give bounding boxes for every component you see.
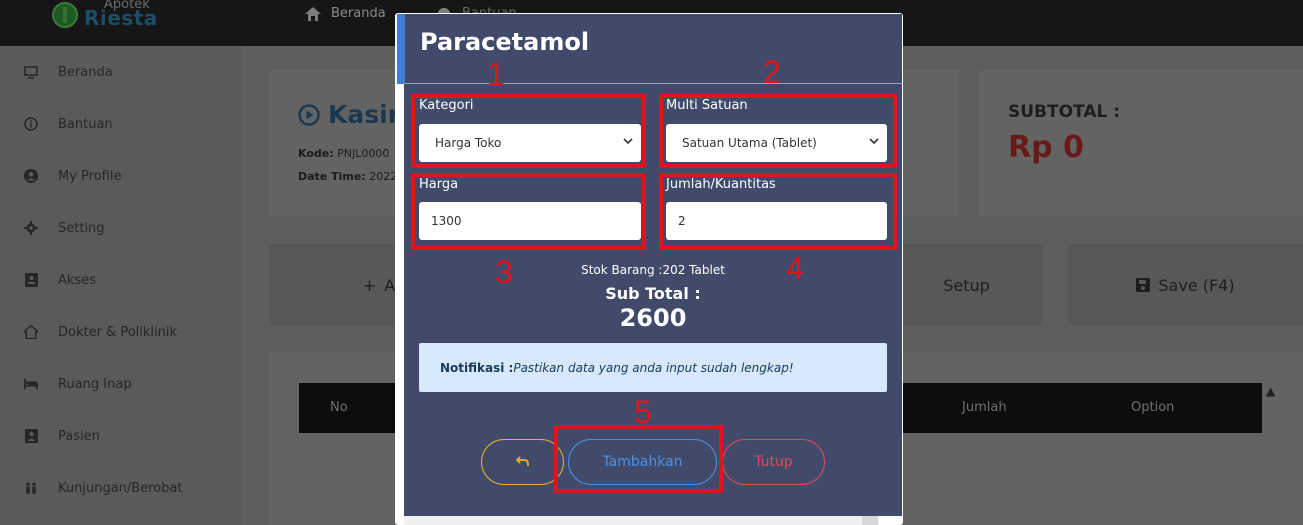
annotation-box-1 — [411, 94, 646, 168]
modal-footer-strip — [404, 516, 879, 525]
modal-title: Paracetamol — [420, 28, 590, 56]
sidebar-item-label: Pasien — [58, 428, 100, 444]
modal-subtotal-value: 2600 — [619, 304, 687, 332]
annotation-number-3: 3 — [495, 254, 513, 290]
sidebar-item-label: Dokter & Poliklinik — [58, 324, 178, 340]
annotation-number-2: 2 — [763, 54, 781, 90]
back-button[interactable] — [481, 439, 564, 485]
notification-text: Pastikan data yang anda input sudah leng… — [513, 360, 794, 375]
sidebar-item-label: Beranda — [58, 64, 113, 80]
sidebar-item-my-profile[interactable]: My Profile — [0, 150, 241, 202]
scroll-up-arrow-icon[interactable]: ▲ — [1266, 384, 1275, 398]
app-logo[interactable]: Apotek Riesta — [52, 0, 192, 32]
modal-divider — [404, 83, 902, 84]
save-label: Save (F4) — [1158, 275, 1235, 295]
kasir-kode-label: Kode: — [298, 147, 334, 160]
sidebar-item-pasien[interactable]: Pasien — [0, 410, 241, 462]
home-icon — [24, 325, 38, 339]
modal-scrollbar[interactable] — [862, 516, 878, 525]
logo-emblem-icon — [52, 2, 78, 28]
annotation-box-3 — [411, 173, 646, 250]
sidebar-item-setting[interactable]: Setting — [0, 202, 241, 254]
sidebar-item-label: My Profile — [58, 168, 122, 184]
annotation-number-1: 1 — [487, 56, 505, 92]
play-circle-icon — [298, 103, 320, 126]
sidebar: Beranda Bantuan My Profile Setting Akses… — [0, 46, 241, 525]
gear-icon — [24, 221, 38, 235]
sidebar-item-ruang-inap[interactable]: Ruang Inap — [0, 358, 241, 410]
annotation-box-4 — [659, 173, 897, 250]
stok-barang-text: Stok Barang :202 Tablet — [581, 263, 725, 277]
topnav-beranda[interactable]: Beranda — [305, 6, 386, 21]
sidebar-item-label: Bantuan — [58, 116, 113, 132]
annotation-number-5: 5 — [634, 394, 652, 430]
sidebar-item-label: Ruang Inap — [58, 376, 132, 392]
user-icon — [24, 169, 38, 183]
topnav-beranda-label: Beranda — [331, 6, 386, 21]
notification-label: Notifikasi : — [440, 360, 514, 375]
kasir-date: Date Time: 2022 — [298, 170, 397, 183]
monitor-icon — [24, 65, 38, 79]
logo-title: Riesta — [84, 6, 158, 30]
home-icon — [305, 6, 321, 21]
table-header-jumlah: Jumlah — [962, 400, 1007, 415]
kasir-title: Kasir — [298, 100, 400, 129]
kasir-kode-value: PNJL0000 — [337, 147, 390, 160]
kasir-date-label: Date Time: — [298, 170, 366, 183]
setup-button[interactable]: Setup — [890, 244, 1043, 326]
subtotal-value: Rp 0 — [1008, 130, 1084, 165]
save-button[interactable]: Save (F4) — [1068, 244, 1303, 326]
sidebar-item-beranda[interactable]: Beranda — [0, 46, 241, 98]
sidebar-item-label: Setting — [58, 220, 105, 236]
bed-icon — [24, 377, 38, 391]
setup-label: Setup — [943, 275, 990, 295]
sidebar-item-label: Kunjungan/Berobat — [58, 480, 183, 496]
kasir-title-text: Kasir — [328, 100, 401, 129]
kasir-kode: Kode: PNJL0000 — [298, 147, 389, 160]
patient-icon — [24, 429, 38, 443]
people-icon — [24, 481, 38, 495]
table-header-no: No — [330, 400, 348, 415]
undo-icon — [515, 456, 529, 466]
sidebar-item-bantuan[interactable]: Bantuan — [0, 98, 241, 150]
modal-subtotal-label: Sub Total : — [605, 284, 701, 303]
floppy-disk-icon — [1136, 278, 1151, 292]
notification-alert: Notifikasi : Pastikan data yang anda inpu… — [419, 343, 887, 392]
annotation-box-5 — [554, 425, 723, 493]
sidebar-item-akses[interactable]: Akses — [0, 254, 241, 306]
kasir-date-value: 2022 — [369, 170, 398, 183]
plus-icon: + — [362, 275, 377, 295]
id-card-icon — [24, 273, 38, 287]
annotation-number-4: 4 — [786, 250, 804, 286]
annotation-box-2 — [659, 94, 897, 168]
sidebar-item-label: Akses — [58, 272, 96, 288]
table-header-option: Option — [1131, 400, 1175, 415]
sidebar-item-dokter-poliklinik[interactable]: Dokter & Poliklinik — [0, 306, 241, 358]
sidebar-item-kunjungan-berobat[interactable]: Kunjungan/Berobat — [0, 462, 241, 514]
modal-accent-bar — [397, 14, 405, 84]
tutup-button[interactable]: Tutup — [722, 439, 825, 485]
info-icon — [24, 117, 38, 131]
subtotal-label: SUBTOTAL : — [1008, 102, 1121, 122]
